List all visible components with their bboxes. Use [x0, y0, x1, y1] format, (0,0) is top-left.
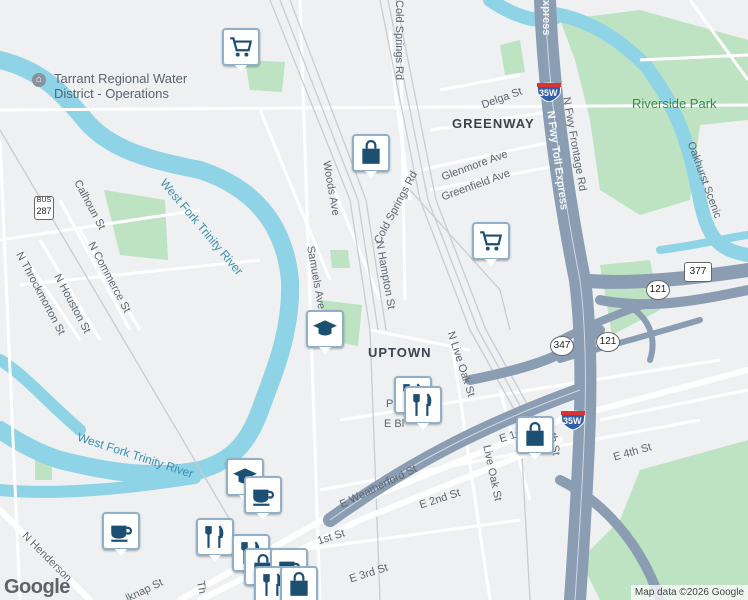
poi-cluster-4[interactable] [280, 566, 318, 600]
area-label-greenway: GREENWAY [452, 116, 535, 131]
poi-cafe-2[interactable] [244, 476, 282, 520]
bus-shield-top: BUS [36, 197, 52, 204]
street-label-cold-springs-top: Cold Springs Rd [393, 0, 405, 81]
street-label-th-fragment: Th [194, 580, 209, 595]
shield-text: 35W [563, 416, 582, 426]
poi-shopping-bag-2[interactable] [516, 416, 554, 460]
park-label-riverside[interactable]: Riverside Park [632, 96, 717, 111]
cart-icon [480, 231, 503, 251]
shield-text: 35W [539, 88, 558, 98]
street-label-e-bl: E Bl [384, 418, 405, 430]
poi-shopping-cart-1[interactable] [222, 28, 260, 72]
map-canvas[interactable]: GREENWAY UPTOWN Riverside Park West Fork… [0, 0, 748, 600]
place-label-line1: Tarrant Regional Water [54, 71, 188, 86]
fork-knife-icon [205, 525, 224, 548]
poi-restaurant-2[interactable] [404, 386, 442, 430]
coffee-cup-icon [111, 525, 133, 542]
bag-icon [362, 140, 380, 164]
bag-icon [290, 572, 308, 596]
interstate-shield-35w-north: 35W [536, 82, 562, 107]
google-logo[interactable]: Google [4, 576, 70, 599]
bus-shield-287: BUS 287 [34, 196, 54, 220]
place-label-line2: District - Operations [54, 86, 169, 101]
area-label-uptown: UPTOWN [368, 345, 432, 360]
bag-icon [526, 422, 544, 446]
street-label-express-top: xpress [540, 0, 552, 36]
interstate-shield-35w-south: 35W [560, 410, 586, 435]
map-copyright[interactable]: Map data ©2026 Google [630, 585, 748, 600]
state-shield-121b: 121 [596, 332, 620, 352]
cart-icon [230, 37, 253, 57]
poi-shopping-bag-1[interactable] [352, 134, 390, 178]
us-shield-377: 377 [684, 262, 712, 282]
poi-shopping-cart-2[interactable] [472, 222, 510, 266]
coffee-cup-icon [253, 489, 275, 506]
street-label-p-fragment: P [386, 398, 394, 410]
poi-school-1[interactable] [306, 310, 344, 354]
graduation-cap-icon [313, 320, 337, 336]
state-shield-347: 347 [550, 336, 574, 356]
bus-shield-num: 287 [36, 206, 52, 216]
fork-knife-icon [413, 393, 432, 416]
poi-restaurant-3[interactable] [196, 518, 234, 562]
landmark-icon: ⌂ [32, 73, 46, 87]
state-shield-121a: 121 [646, 280, 670, 300]
poi-cafe-1[interactable] [102, 512, 140, 556]
